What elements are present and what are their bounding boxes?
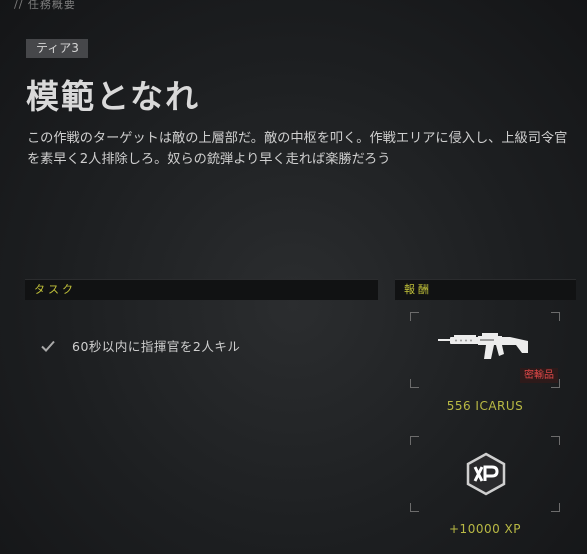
breadcrumb: // 任務概要 [14, 0, 76, 11]
reward-name: +10000 XP [449, 522, 521, 536]
task-label: 60秒以内に指揮官を2人キル [72, 339, 241, 354]
rewards-header: 報酬 [395, 279, 576, 300]
reward-card-weapon[interactable]: 密輸品 [410, 312, 560, 388]
tasks-header: タスク [25, 279, 378, 300]
mission-title: 模範となれ [26, 77, 201, 116]
rifle-icon [438, 333, 528, 359]
task-item: 60秒以内に指揮官を2人キル [40, 336, 240, 355]
tier-badge: ティア3 [26, 39, 88, 58]
rarity-badge: 密輸品 [520, 368, 558, 383]
mission-description: この作戦のターゲットは敵の上層部だ。敵の中枢を叩く。作戦エリアに侵入し、上級司令… [27, 131, 568, 167]
check-icon [41, 340, 55, 352]
xp-icon [466, 452, 506, 496]
reward-name: 556 ICARUS [446, 399, 524, 413]
reward-card-xp[interactable] [410, 436, 560, 512]
